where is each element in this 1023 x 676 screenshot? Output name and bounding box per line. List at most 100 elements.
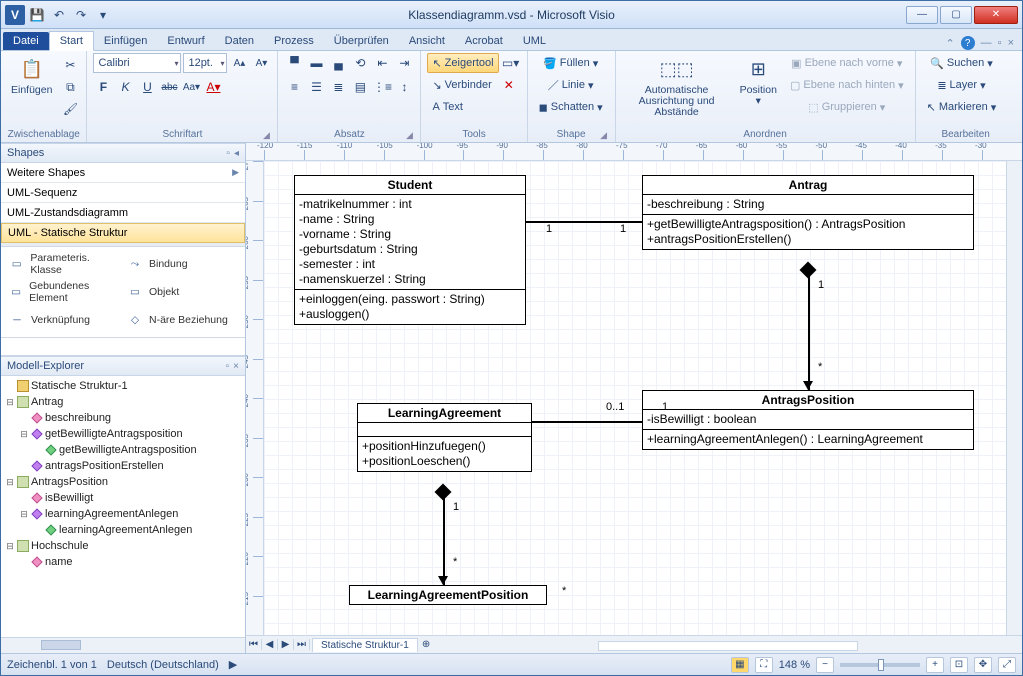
uml-class-learningagreement[interactable]: LearningAgreement +positionHinzufuegen()… — [357, 403, 532, 472]
tab-file[interactable]: Datei — [3, 32, 49, 50]
mdi-min-icon[interactable]: — — [981, 37, 992, 49]
uml-class-student[interactable]: Student -matrikelnummer : int -name : St… — [294, 175, 526, 325]
assoc-la-antragspos[interactable] — [532, 421, 642, 423]
shape-object[interactable]: ▭Objekt — [125, 279, 239, 305]
zoom-value[interactable]: 148 % — [779, 659, 810, 671]
cut-button[interactable]: ✂ — [60, 55, 80, 75]
text-tool-button[interactable]: AText — [427, 97, 468, 117]
tree-getbewilligte-ret[interactable]: getBewilligteAntragsposition — [33, 442, 243, 458]
rect-tool-button[interactable]: ▭▾ — [501, 53, 521, 73]
font-size-combo[interactable]: 12pt. — [183, 53, 227, 73]
indent-dec-button[interactable]: ⇤ — [372, 53, 392, 73]
auto-arrange-button[interactable]: ⬚⬚ Automatische Ausrichtung und Abstände — [622, 53, 732, 120]
align-center-button[interactable]: ☰ — [306, 77, 326, 97]
shape-param-class[interactable]: ▭Parameteris. Klasse — [7, 251, 121, 277]
fullscreen-icon[interactable]: ⤢ — [998, 657, 1016, 673]
qat-redo-icon[interactable]: ↷ — [71, 5, 91, 25]
tab-uml[interactable]: UML — [513, 32, 556, 50]
position-button[interactable]: ⊞ Position▾ — [736, 53, 781, 109]
zoom-slider[interactable] — [840, 663, 920, 667]
modelexp-opts-icon[interactable]: ▫ — [226, 361, 230, 372]
maximize-button[interactable]: ▢ — [940, 6, 972, 24]
layer-button[interactable]: ≣Layer▾ — [922, 75, 1002, 95]
line-button[interactable]: ／Linie▾ — [534, 75, 608, 95]
bold-button[interactable]: F — [93, 77, 113, 97]
zoom-fit-icon[interactable]: ⛶ — [755, 657, 773, 673]
shapes-cat-sequence[interactable]: UML-Sequenz — [1, 183, 245, 203]
zoom-in-button[interactable]: + — [926, 657, 944, 673]
tree-antragspos[interactable]: ⊟AntragsPosition — [5, 474, 243, 490]
bring-front-button[interactable]: ▣Ebene nach vorne▾ — [785, 53, 909, 73]
page-prev-icon[interactable]: ◀ — [262, 639, 278, 650]
tree-laanlegen-ret[interactable]: learningAgreementAnlegen — [33, 522, 243, 538]
pan-icon[interactable]: ✥ — [974, 657, 992, 673]
tab-process[interactable]: Prozess — [264, 32, 324, 50]
italic-button[interactable]: K — [115, 77, 135, 97]
tab-data[interactable]: Daten — [215, 32, 264, 50]
status-macro-icon[interactable]: ▶ — [229, 658, 237, 671]
orientation-button[interactable]: ⟲ — [350, 53, 370, 73]
shadow-button[interactable]: ◼Schatten▾ — [534, 97, 608, 117]
find-button[interactable]: 🔍Suchen▾ — [922, 53, 1002, 73]
strike-button[interactable]: abc — [159, 77, 179, 97]
underline-button[interactable]: U — [137, 77, 157, 97]
shapes-cat-state[interactable]: UML-Zustandsdiagramm — [1, 203, 245, 223]
modelexp-close-icon[interactable]: × — [233, 361, 239, 372]
copy-button[interactable]: ⧉ — [60, 77, 80, 97]
align-top-button[interactable]: ▀ — [284, 53, 304, 73]
spacing-button[interactable]: ↕ — [394, 77, 414, 97]
ribbon-min-icon[interactable]: ⌃ — [945, 37, 954, 50]
pointer-tool-button[interactable]: ↖Zeigertool — [427, 53, 498, 73]
bullets-button[interactable]: ⋮≡ — [372, 77, 392, 97]
close-button[interactable]: ✕ — [974, 6, 1018, 24]
page-first-icon[interactable]: ⏮ — [246, 639, 262, 650]
vscrollbar[interactable] — [1006, 161, 1022, 635]
align-middle-button[interactable]: ▬ — [306, 53, 326, 73]
select-button[interactable]: ↖Markieren▾ — [922, 97, 1002, 117]
grow-font-button[interactable]: A▴ — [229, 53, 249, 73]
tree-hscroll[interactable] — [1, 637, 245, 653]
shapes-cat-static[interactable]: UML - Statische Struktur — [1, 223, 245, 243]
tab-design[interactable]: Entwurf — [157, 32, 214, 50]
qat-customize-icon[interactable]: ▾ — [93, 5, 113, 25]
more-shapes-row[interactable]: Weitere Shapes▶ — [1, 163, 245, 183]
tab-view[interactable]: Ansicht — [399, 32, 455, 50]
tree-name[interactable]: name — [19, 554, 243, 570]
connector-tool-button[interactable]: ↘Verbinder — [427, 75, 496, 95]
tab-review[interactable]: Überprüfen — [324, 32, 399, 50]
tree-antragerstellen[interactable]: antragsPositionErstellen — [19, 458, 243, 474]
hscrollbar[interactable] — [598, 641, 858, 651]
tree-isbewilligt[interactable]: isBewilligt — [19, 490, 243, 506]
qat-undo-icon[interactable]: ↶ — [49, 5, 69, 25]
send-back-button[interactable]: ▢Ebene nach hinten▾ — [785, 75, 909, 95]
tree-beschreibung[interactable]: beschreibung — [19, 410, 243, 426]
comp-la-lap[interactable] — [443, 493, 445, 585]
tree-hochschule[interactable]: ⊟Hochschule — [5, 538, 243, 554]
indent-inc-button[interactable]: ⇥ — [394, 53, 414, 73]
font-color-button[interactable]: A▾ — [203, 77, 223, 97]
tab-acrobat[interactable]: Acrobat — [455, 32, 513, 50]
align-bottom-button[interactable]: ▄ — [328, 53, 348, 73]
tree-getbewilligte[interactable]: ⊟getBewilligteAntragsposition — [19, 426, 243, 442]
tab-start[interactable]: Start — [49, 31, 94, 51]
model-tree[interactable]: Statische Struktur-1 ⊟Antrag beschreibun… — [1, 376, 245, 637]
align-right-button[interactable]: ≣ — [328, 77, 348, 97]
help-icon[interactable]: ? — [961, 36, 975, 50]
page-tab[interactable]: Statische Struktur-1 — [312, 638, 418, 652]
uml-class-lap[interactable]: LearningAgreementPosition — [349, 585, 547, 605]
page-last-icon[interactable]: ⏭ — [294, 639, 310, 650]
justify-button[interactable]: ▤ — [350, 77, 370, 97]
shape-dialog-icon[interactable]: ◢ — [599, 130, 609, 140]
drawing-canvas[interactable]: Student -matrikelnummer : int -name : St… — [264, 161, 1006, 635]
fit-page-icon[interactable]: ⊡ — [950, 657, 968, 673]
tree-root[interactable]: Statische Struktur-1 — [5, 378, 243, 394]
status-lang[interactable]: Deutsch (Deutschland) — [107, 659, 219, 671]
mdi-restore-icon[interactable]: ▫ — [998, 37, 1002, 49]
comp-antrag-antragspos[interactable] — [808, 271, 810, 390]
zoom-out-button[interactable]: − — [816, 657, 834, 673]
presentation-icon[interactable]: ▦ — [731, 657, 749, 673]
tab-insert[interactable]: Einfügen — [94, 32, 157, 50]
shape-nary[interactable]: ◇N-äre Beziehung — [125, 307, 239, 333]
uml-class-antragsposition[interactable]: AntragsPosition -isBewilligt : boolean +… — [642, 390, 974, 450]
shrink-font-button[interactable]: A▾ — [251, 53, 271, 73]
